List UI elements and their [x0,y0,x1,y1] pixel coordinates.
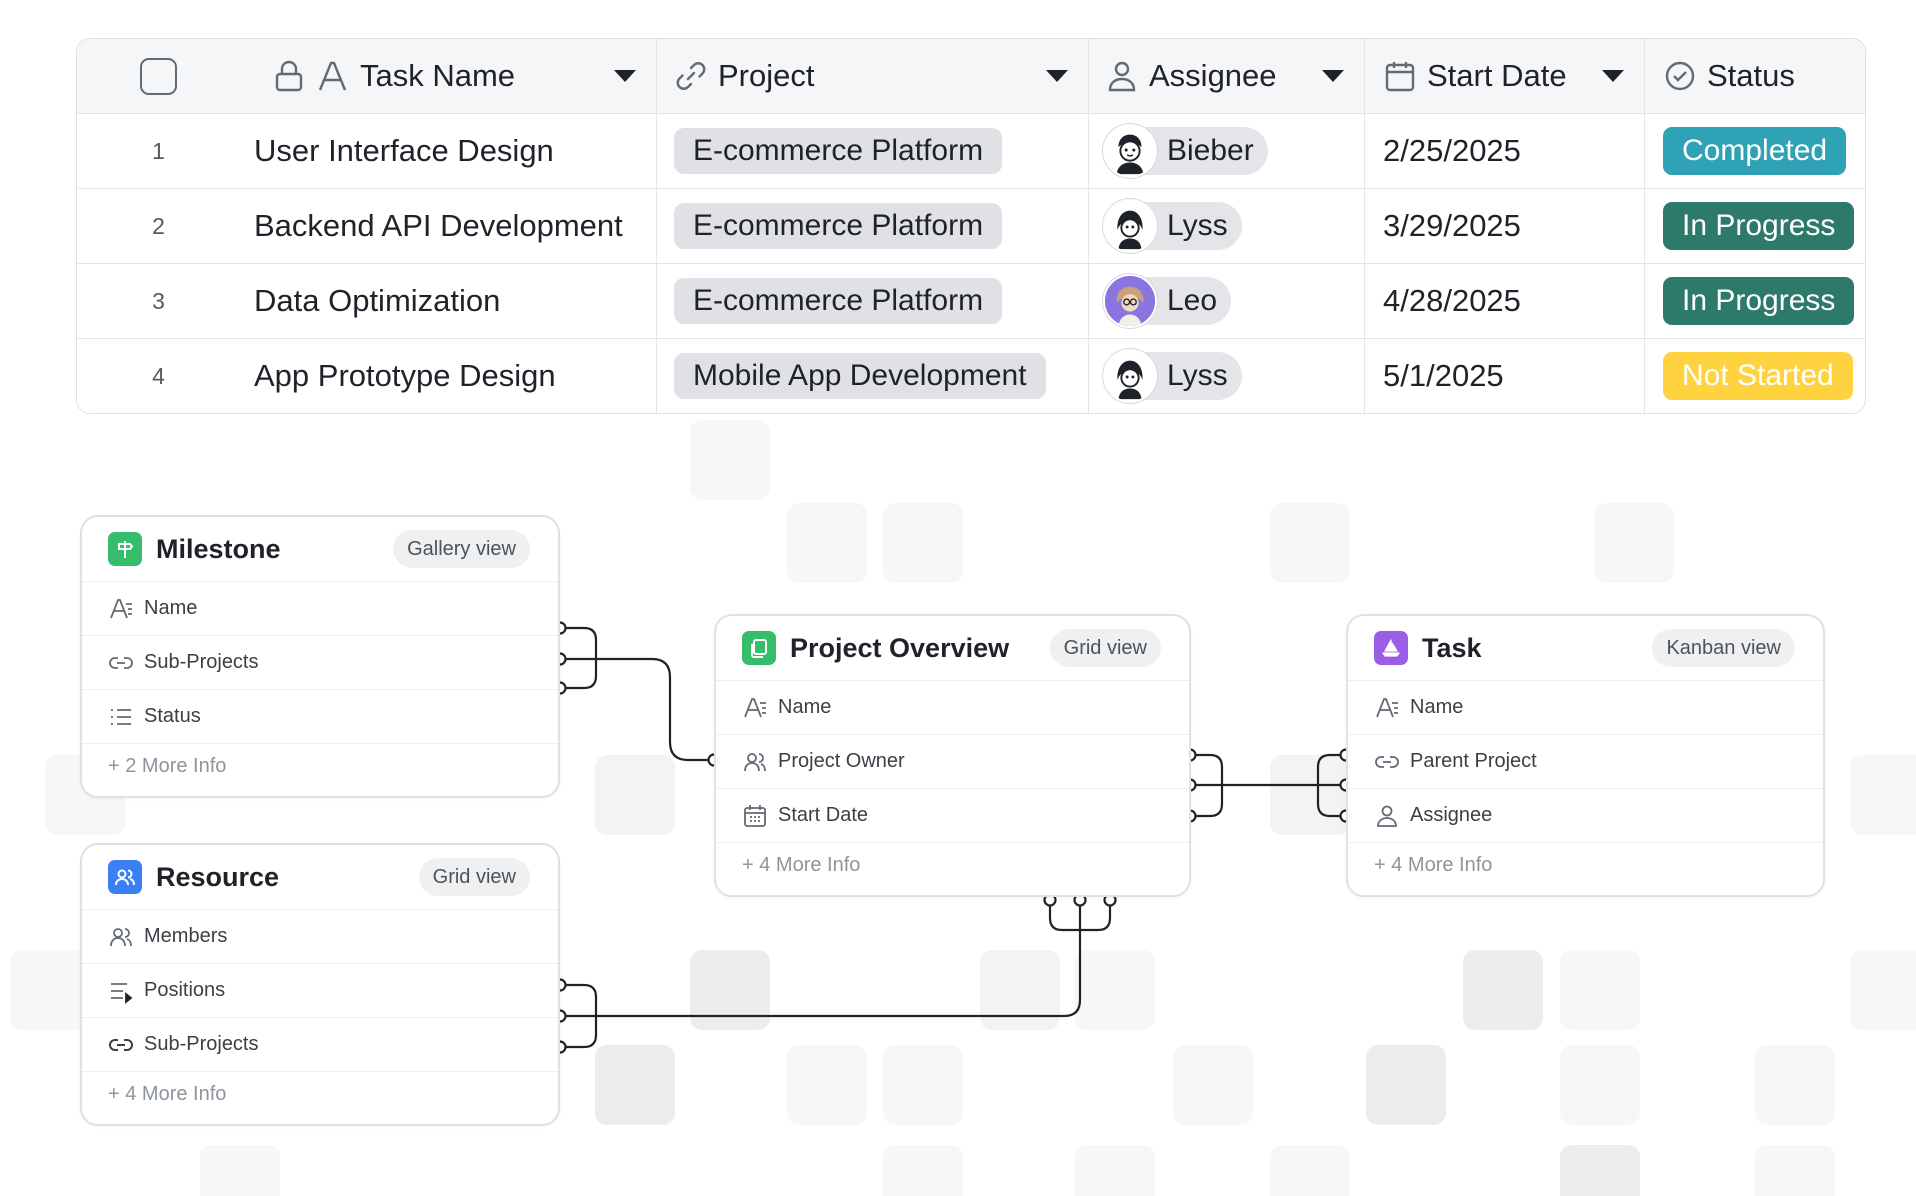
option-list-icon [108,978,134,1004]
project-overview-card[interactable]: Project Overview Grid view Name Project … [714,614,1191,897]
people-icon [108,924,134,950]
sailboat-icon [1374,631,1408,665]
field-label: Name [1410,696,1464,718]
text-field-icon [742,695,768,721]
card-title: Task [1422,632,1482,663]
field-name[interactable]: Name [716,680,1189,734]
list-icon [108,704,134,730]
field-label: Sub-Projects [144,651,259,673]
field-status[interactable]: Status [82,689,558,743]
field-label: Name [144,597,198,619]
link-icon [108,1032,134,1058]
field-name[interactable]: Name [82,581,558,635]
field-label: Project Owner [778,750,905,772]
resource-card[interactable]: Resource Grid view Members Positions Sub… [80,843,560,1126]
card-title: Milestone [156,533,281,564]
card-header: Resource Grid view [82,845,558,909]
view-badge[interactable]: Grid view [418,858,530,896]
field-start-date[interactable]: Start Date [716,788,1189,842]
more-info-link[interactable]: + 4 More Info [82,1071,558,1117]
field-label: Status [144,705,201,727]
text-field-icon [1374,695,1400,721]
more-info-link[interactable]: + 2 More Info [82,743,558,789]
field-sub-projects[interactable]: Sub-Projects [82,635,558,689]
card-header: Task Kanban view [1348,616,1823,680]
field-label: Start Date [778,804,869,826]
link-icon [108,650,134,676]
signpost-icon [108,532,142,566]
card-title: Project Overview [790,632,1010,663]
person-icon [1374,803,1400,829]
document-icon [742,631,776,665]
field-label: Positions [144,979,226,1001]
task-card[interactable]: Task Kanban view Name Parent Project Ass… [1346,614,1825,897]
link-icon [1374,749,1400,775]
field-label: Sub-Projects [144,1033,259,1055]
card-header: Milestone Gallery view [82,517,558,581]
field-label: Assignee [1410,804,1493,826]
more-info-link[interactable]: + 4 More Info [716,842,1189,888]
card-title: Resource [156,861,280,892]
field-members[interactable]: Members [82,909,558,963]
field-sub-projects[interactable]: Sub-Projects [82,1017,558,1071]
field-positions[interactable]: Positions [82,963,558,1017]
view-badge[interactable]: Kanban view [1652,629,1795,667]
calendar-icon [742,803,768,829]
more-info-link[interactable]: + 4 More Info [1348,842,1823,888]
people-icon [742,749,768,775]
view-badge[interactable]: Grid view [1049,629,1161,667]
milestone-card[interactable]: Milestone Gallery view Name Sub-Projects… [80,515,560,798]
field-project-owner[interactable]: Project Owner [716,734,1189,788]
field-label: Members [144,925,228,947]
field-label: Parent Project [1410,750,1537,772]
field-name[interactable]: Name [1348,680,1823,734]
view-badge[interactable]: Gallery view [393,530,530,568]
field-parent-project[interactable]: Parent Project [1348,734,1823,788]
card-header: Project Overview Grid view [716,616,1189,680]
text-field-icon [108,596,134,622]
field-label: Name [778,696,832,718]
field-assignee[interactable]: Assignee [1348,788,1823,842]
people-icon [108,860,142,894]
